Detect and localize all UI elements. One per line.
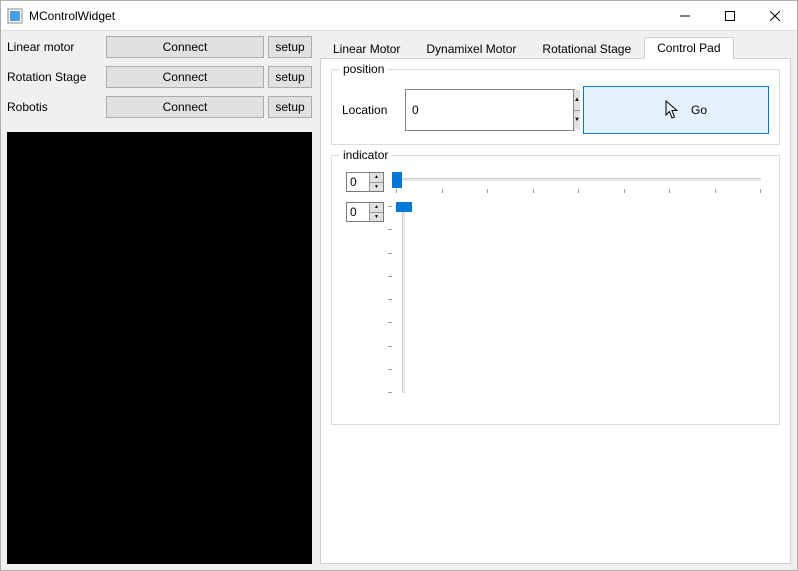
tab-linear-motor[interactable]: Linear Motor [320, 38, 413, 59]
indicator-v-spin-buttons: ▲ ▼ [369, 203, 383, 221]
right-panel: Linear Motor Dynamixel Motor Rotational … [320, 36, 791, 564]
position-row: Location ▲ ▼ Go [342, 86, 769, 134]
connect-button-linear[interactable]: Connect [106, 36, 264, 58]
h-slider-track [396, 178, 761, 181]
connect-button-rotation[interactable]: Connect [106, 66, 264, 88]
indicator-content: ▲ ▼ ▲ [342, 172, 769, 402]
row-rotation-stage: Rotation Stage Connect setup [7, 66, 312, 88]
location-spin-buttons: ▲ ▼ [573, 90, 580, 130]
indicator-h-spin-buttons: ▲ ▼ [369, 173, 383, 191]
indicator-v-input[interactable] [347, 203, 369, 221]
window-controls [662, 1, 797, 30]
row-robotis: Robotis Connect setup [7, 96, 312, 118]
indicator-legend: indicator [340, 148, 391, 162]
location-input[interactable] [406, 90, 573, 130]
cursor-icon [665, 100, 681, 120]
location-step-down[interactable]: ▼ [574, 111, 580, 131]
v-slider-thumb[interactable] [396, 202, 412, 212]
location-label: Location [342, 103, 397, 117]
setup-button-robotis[interactable]: setup [268, 96, 312, 118]
indicator-v-step-up[interactable]: ▲ [370, 203, 383, 213]
minimize-button[interactable] [662, 1, 707, 30]
tab-control-pad[interactable]: Control Pad [644, 37, 733, 59]
position-group: position Location ▲ ▼ Go [331, 69, 780, 145]
indicator-h-step-up[interactable]: ▲ [370, 173, 383, 183]
h-slider-thumb[interactable] [392, 172, 402, 188]
indicator-v-spinbox[interactable]: ▲ ▼ [346, 202, 384, 222]
row-linear-motor: Linear motor Connect setup [7, 36, 312, 58]
client-area: Linear motor Connect setup Rotation Stag… [1, 31, 797, 570]
left-panel: Linear motor Connect setup Rotation Stag… [7, 36, 312, 564]
app-icon [7, 8, 23, 24]
label-linear-motor: Linear motor [7, 40, 102, 54]
v-slider-ticks [388, 206, 393, 393]
tab-bar: Linear Motor Dynamixel Motor Rotational … [320, 36, 791, 58]
setup-button-rotation[interactable]: setup [268, 66, 312, 88]
connect-button-robotis[interactable]: Connect [106, 96, 264, 118]
indicator-h-step-down[interactable]: ▼ [370, 183, 383, 192]
indicator-v-step-down[interactable]: ▼ [370, 213, 383, 222]
go-label: Go [691, 103, 707, 117]
setup-button-linear[interactable]: setup [268, 36, 312, 58]
tab-content: position Location ▲ ▼ Go [320, 58, 791, 564]
indicator-h-input[interactable] [347, 173, 369, 191]
maximize-button[interactable] [707, 1, 752, 30]
indicator-group: indicator ▲ ▼ [331, 155, 780, 425]
window-titlebar: MControlWidget [1, 1, 797, 31]
window-title: MControlWidget [29, 9, 662, 23]
indicator-v-slider[interactable] [396, 202, 420, 397]
label-robotis: Robotis [7, 100, 102, 114]
indicator-h-slider[interactable] [392, 172, 765, 196]
h-slider-ticks [396, 189, 761, 194]
location-spinbox[interactable]: ▲ ▼ [405, 89, 575, 131]
position-legend: position [340, 62, 387, 76]
v-slider-track [402, 206, 405, 393]
indicator-h-spinbox[interactable]: ▲ ▼ [346, 172, 384, 192]
go-button[interactable]: Go [583, 86, 769, 134]
close-button[interactable] [752, 1, 797, 30]
label-rotation-stage: Rotation Stage [7, 70, 102, 84]
preview-area [7, 132, 312, 564]
tab-rotational-stage[interactable]: Rotational Stage [529, 38, 644, 59]
location-step-up[interactable]: ▲ [574, 90, 580, 111]
tab-dynamixel-motor[interactable]: Dynamixel Motor [413, 38, 529, 59]
